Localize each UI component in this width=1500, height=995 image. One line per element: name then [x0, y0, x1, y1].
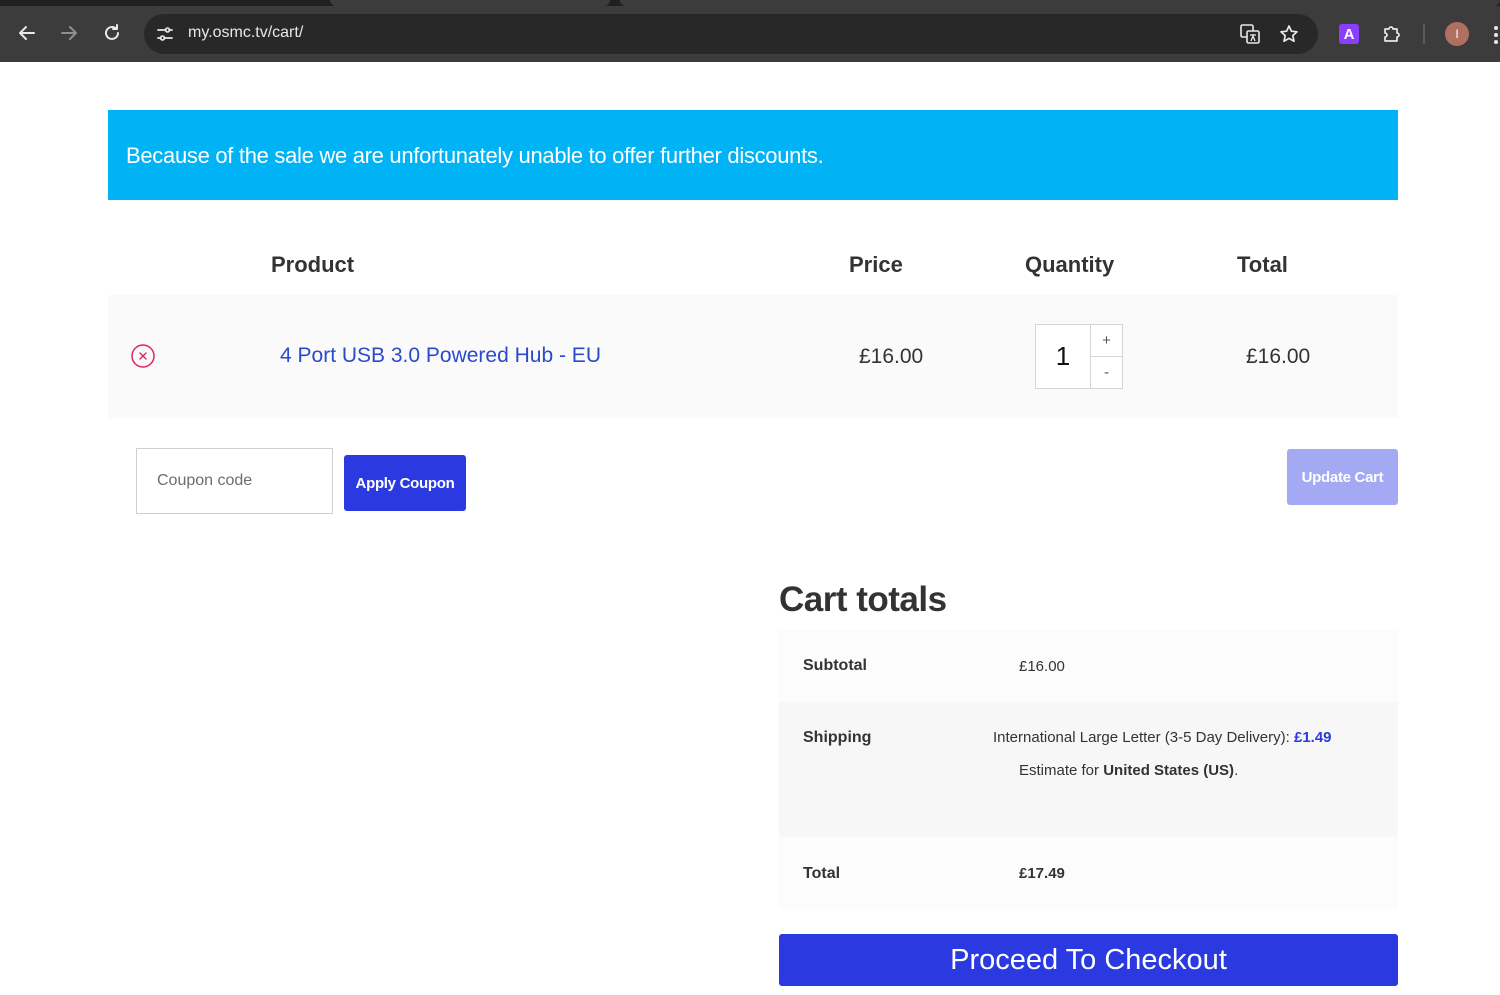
estimate-suffix: . [1234, 762, 1239, 779]
quantity-input[interactable]: 1 [1036, 325, 1091, 388]
item-total: £16.00 [1246, 345, 1311, 368]
item-price: £16.00 [859, 345, 924, 368]
menu-kebab-icon[interactable] [1492, 24, 1500, 46]
estimate-prefix: Estimate for [1019, 762, 1104, 779]
forward-icon[interactable] [55, 19, 83, 47]
shipping-method-text: International Large Letter (3-5 Day Deli… [993, 729, 1294, 746]
translate-icon[interactable] [1238, 22, 1262, 46]
extension-a-icon[interactable]: A [1339, 24, 1359, 44]
notice-message: Because of the sale we are unfortunately… [126, 143, 824, 168]
header-product: Product [271, 252, 355, 277]
quantity-stepper: 1 + - [1035, 324, 1123, 389]
apply-coupon-button[interactable]: Apply Coupon [344, 455, 466, 511]
address-bar[interactable]: my.osmc.tv/cart/ [144, 14, 1318, 54]
cart-totals-title: Cart totals [779, 580, 947, 619]
coupon-code-input[interactable] [136, 448, 333, 514]
site-info-icon[interactable] [154, 23, 176, 45]
order-total-label: Total [803, 865, 841, 882]
subtotal-label: Subtotal [803, 657, 867, 674]
remove-item-icon[interactable] [131, 344, 155, 368]
shipping-method: International Large Letter (3-5 Day Deli… [993, 729, 1332, 746]
quantity-decrease-button[interactable]: - [1091, 357, 1122, 388]
toolbar-divider [1423, 24, 1425, 44]
back-icon[interactable] [13, 19, 41, 47]
sale-notice-banner: Because of the sale we are unfortunately… [108, 110, 1398, 200]
product-link[interactable]: 4 Port USB 3.0 Powered Hub - EU [280, 344, 601, 368]
header-quantity: Quantity [1025, 252, 1115, 277]
reload-icon[interactable] [98, 19, 126, 47]
header-price: Price [849, 252, 903, 277]
profile-avatar[interactable]: I [1445, 22, 1469, 46]
proceed-to-checkout-button[interactable]: Proceed To Checkout [779, 934, 1398, 986]
browser-tab[interactable] [620, 0, 1500, 6]
update-cart-button[interactable]: Update Cart [1287, 449, 1398, 505]
order-total-row: Total £17.49 [779, 837, 1398, 909]
browser-toolbar: my.osmc.tv/cart/ A I [0, 0, 1500, 62]
subtotal-value: £16.00 [1019, 658, 1065, 675]
order-total-value: £17.49 [1019, 865, 1065, 882]
shipping-row: Shipping International Large Letter (3-5… [779, 702, 1398, 837]
extensions-puzzle-icon[interactable] [1380, 22, 1404, 46]
shipping-estimate: Estimate for United States (US). [1019, 762, 1238, 779]
bookmark-star-icon[interactable] [1277, 22, 1301, 46]
shipping-amount: £1.49 [1293, 729, 1332, 746]
header-total: Total [1237, 252, 1288, 277]
estimate-country: United States (US) [1103, 762, 1235, 779]
shipping-label: Shipping [803, 729, 872, 746]
browser-tab[interactable] [330, 0, 610, 6]
subtotal-row: Subtotal £16.00 [779, 630, 1398, 702]
quantity-increase-button[interactable]: + [1091, 325, 1122, 357]
url-text[interactable]: my.osmc.tv/cart/ [188, 24, 303, 42]
